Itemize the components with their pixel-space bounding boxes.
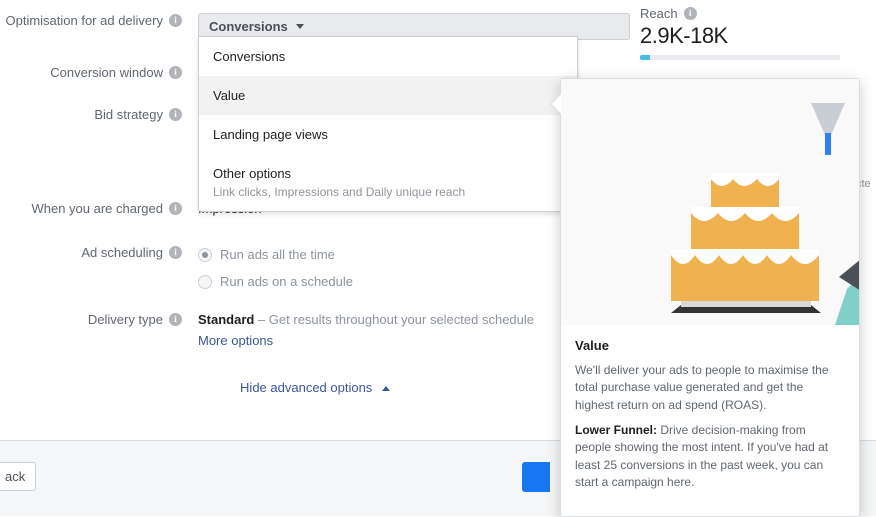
dd-item-conversions-label: Conversions [213, 49, 285, 64]
dd-item-landing-label: Landing page views [213, 127, 328, 142]
radio-icon [198, 275, 212, 289]
info-icon[interactable]: i [169, 14, 182, 27]
tooltip-p2-strong: Lower Funnel: [575, 423, 657, 437]
reach-label-text: Reach [640, 6, 678, 21]
optimisation-dropdown-label: Conversions [209, 19, 288, 34]
info-icon[interactable]: i [684, 7, 697, 20]
delivery-name: Standard [198, 312, 254, 327]
radio-all-time-label: Run ads all the time [220, 247, 335, 262]
toggle-advanced-label: Hide advanced options [240, 380, 372, 395]
reach-panel: Reach i 2.9K-18K [640, 6, 870, 60]
row-delivery: Delivery type i Standard – Get results t… [0, 309, 630, 348]
dd-item-other-title: Other options [213, 166, 291, 181]
delivery-sub: – Get results throughout your selected s… [254, 312, 534, 327]
dd-item-value-label: Value [213, 88, 245, 103]
row-scheduling: Ad scheduling i Run ads all the time Run… [0, 242, 630, 291]
label-bid-text: Bid strategy [94, 107, 163, 122]
toggle-advanced[interactable]: Hide advanced options [0, 366, 630, 409]
radio-on-schedule-label: Run ads on a schedule [220, 274, 353, 289]
cake-illustration-icon [561, 79, 859, 325]
label-charged-text: When you are charged [31, 201, 163, 216]
dd-item-other-sub: Link clicks, Impressions and Daily uniqu… [213, 185, 563, 199]
dd-item-value[interactable]: Value [199, 76, 577, 115]
label-scheduling-text: Ad scheduling [81, 245, 163, 260]
reach-value: 2.9K-18K [640, 23, 870, 49]
info-icon[interactable]: i [169, 313, 182, 326]
label-optimisation-text: Optimisation for ad delivery [5, 13, 163, 28]
value-tooltip: Value We'll deliver your ads to people t… [560, 78, 860, 517]
info-icon[interactable]: i [169, 108, 182, 121]
label-conv-window-text: Conversion window [50, 65, 163, 80]
label-delivery-text: Delivery type [88, 312, 163, 327]
reach-bar [640, 55, 840, 60]
label-conv-window: Conversion window i [0, 62, 190, 80]
tooltip-title: Value [575, 337, 845, 356]
info-icon[interactable]: i [169, 246, 182, 259]
dd-item-other[interactable]: Other options Link clicks, Impressions a… [199, 154, 577, 211]
tooltip-body: Value We'll deliver your ads to people t… [561, 325, 859, 516]
label-charged: When you are charged i [0, 198, 190, 216]
optimisation-dropdown-menu: Conversions Value Landing page views Oth… [198, 36, 578, 212]
radio-icon [198, 248, 212, 262]
caret-down-icon [296, 24, 304, 29]
info-icon[interactable]: i [169, 66, 182, 79]
reach-label: Reach i [640, 6, 870, 21]
tooltip-p2: Lower Funnel: Drive decision-making from… [575, 422, 845, 492]
back-button[interactable]: ack [0, 462, 36, 491]
info-icon[interactable]: i [169, 202, 182, 215]
caret-up-icon [382, 386, 390, 391]
label-optimisation: Optimisation for ad delivery i [0, 10, 190, 28]
reach-bar-fill [640, 55, 650, 60]
label-scheduling: Ad scheduling i [0, 242, 190, 260]
dd-item-landing[interactable]: Landing page views [199, 115, 577, 154]
tooltip-p1: We'll deliver your ads to people to maxi… [575, 362, 845, 414]
dd-item-conversions[interactable]: Conversions [199, 37, 577, 76]
label-delivery: Delivery type i [0, 309, 190, 327]
tooltip-illustration [561, 79, 859, 325]
back-button-label: ack [5, 469, 25, 484]
label-bid: Bid strategy i [0, 104, 190, 122]
primary-button[interactable] [522, 462, 550, 492]
